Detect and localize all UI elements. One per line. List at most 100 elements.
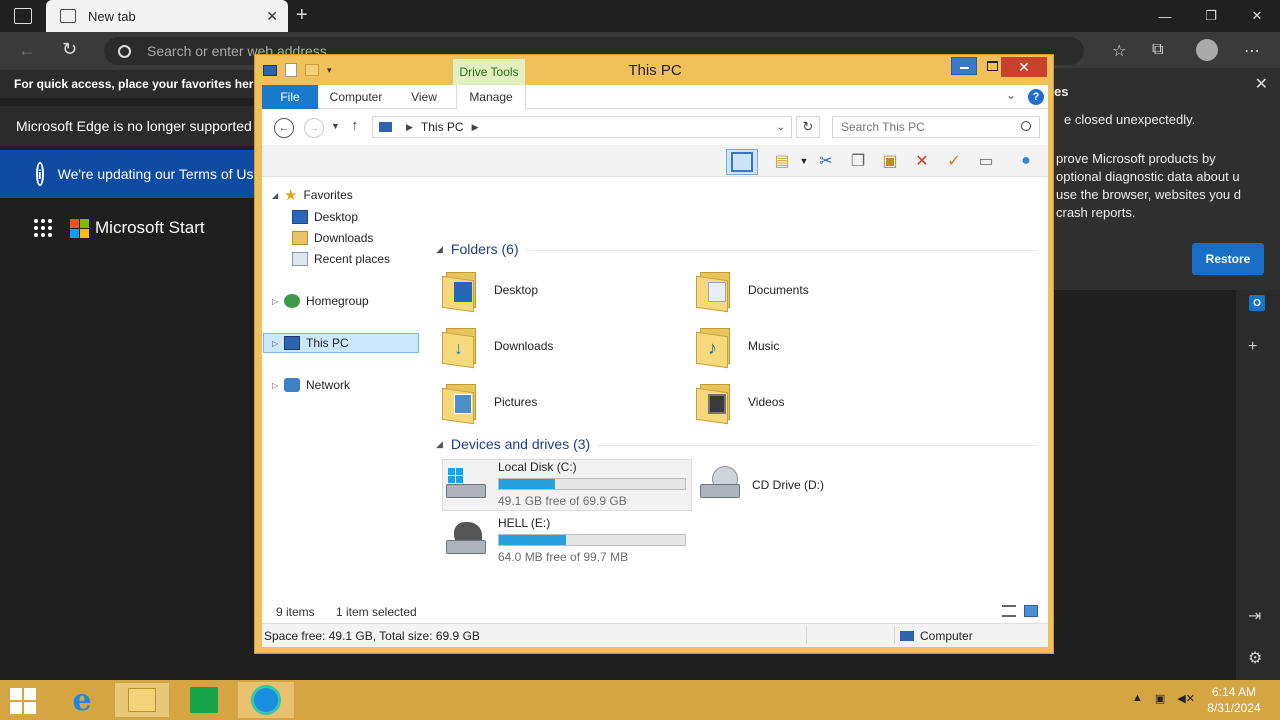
sidebar-item-this-pc[interactable]: ▷ This PC bbox=[272, 333, 349, 353]
back-button[interactable]: ← bbox=[274, 118, 294, 138]
expand-ribbon-icon[interactable]: ⌄ bbox=[1006, 88, 1016, 102]
folder-downloads[interactable]: ↓ Downloads bbox=[442, 321, 682, 371]
chevron-right-icon[interactable]: ▶ bbox=[406, 122, 413, 133]
tab-view[interactable]: View bbox=[402, 85, 446, 109]
sidebar-item-favorites[interactable]: ◢ ★ Favorites bbox=[272, 185, 353, 205]
expand-icon[interactable]: ▷ bbox=[272, 381, 284, 390]
collapse-group-icon[interactable]: ◢ bbox=[436, 439, 443, 450]
outlook-icon[interactable]: O bbox=[1249, 295, 1265, 311]
cut-icon[interactable]: ✂ bbox=[816, 151, 836, 171]
sidebar-item-label: This PC bbox=[306, 336, 349, 350]
copy-icon[interactable]: ❐ bbox=[848, 151, 868, 171]
up-arrow-icon[interactable]: ↑ bbox=[351, 117, 359, 134]
browser-minimize-button[interactable]: — bbox=[1142, 0, 1188, 32]
checkmark-icon[interactable]: ✓ bbox=[944, 151, 964, 171]
folder-label: Videos bbox=[748, 395, 785, 409]
close-icon[interactable]: ✕ bbox=[1255, 74, 1268, 94]
folders-group-header[interactable]: ◢ Folders (6) bbox=[436, 241, 519, 257]
expand-icon[interactable]: ▷ bbox=[272, 339, 284, 348]
browser-tab-strip: New tab ✕ + — ❐ ✕ bbox=[0, 0, 1280, 32]
microsoft-start-label[interactable]: Microsoft Start bbox=[95, 218, 205, 238]
network-status-icon[interactable]: ▣ bbox=[1155, 692, 1165, 705]
search-input[interactable]: Search This PC bbox=[832, 116, 1040, 138]
sidebar-item-network[interactable]: ▷ Network bbox=[272, 375, 350, 395]
sidebar-item-desktop[interactable]: Desktop bbox=[292, 207, 358, 227]
expand-icon[interactable]: ▷ bbox=[272, 297, 284, 306]
file-explorer-icon[interactable] bbox=[114, 682, 170, 718]
more-options-icon[interactable]: ⋯ bbox=[1244, 41, 1260, 61]
start-button[interactable] bbox=[10, 688, 36, 714]
system-clock[interactable]: 6:14 AM 8/31/2024 bbox=[1196, 684, 1272, 716]
navigation-pane-toggle-icon[interactable] bbox=[726, 149, 758, 175]
refresh-button[interactable]: ↻ bbox=[796, 116, 820, 138]
sidebar-item-homegroup[interactable]: ▷ Homegroup bbox=[272, 291, 369, 311]
rename-icon[interactable]: ▭ bbox=[976, 151, 996, 171]
forward-button[interactable]: → bbox=[304, 118, 324, 138]
tab-manage[interactable]: Manage bbox=[456, 85, 526, 109]
open-folder-icon[interactable]: ▤ bbox=[772, 151, 792, 171]
profile-avatar[interactable] bbox=[1196, 39, 1218, 61]
terms-banner-text: We're updating our Terms of Use bbox=[57, 166, 260, 182]
globe-icon[interactable]: ● bbox=[1016, 151, 1036, 171]
refresh-icon[interactable]: ↻ bbox=[62, 39, 77, 60]
folder-pictures[interactable]: Pictures bbox=[442, 377, 682, 427]
large-icons-view-icon[interactable] bbox=[1024, 605, 1038, 617]
minimize-button[interactable] bbox=[951, 57, 977, 75]
hide-sidebar-icon[interactable]: ⇥ bbox=[1248, 606, 1261, 626]
address-history-dropdown-icon[interactable]: ⌄ bbox=[777, 122, 785, 133]
restore-button[interactable]: Restore bbox=[1192, 243, 1264, 275]
edge-icon[interactable] bbox=[238, 682, 294, 718]
show-hidden-icons-icon[interactable]: ▲ bbox=[1132, 692, 1143, 705]
drive-label: HELL (E:) bbox=[498, 516, 551, 530]
app-launcher-icon[interactable] bbox=[34, 219, 52, 237]
sidebar-item-downloads[interactable]: Downloads bbox=[292, 228, 373, 248]
downloads-folder-icon: ↓ bbox=[442, 324, 482, 369]
drive-cd-d[interactable]: CD Drive (D:) bbox=[698, 460, 824, 512]
desktop-icon bbox=[292, 210, 308, 224]
folder-documents[interactable]: Documents bbox=[696, 265, 936, 315]
folder-videos[interactable]: Videos bbox=[696, 377, 936, 427]
this-pc-icon bbox=[284, 336, 300, 350]
breadcrumb-this-pc[interactable]: This PC bbox=[421, 120, 464, 134]
drive-hell-e[interactable]: HELL (E:) 64.0 MB free of 99.7 MB bbox=[444, 516, 686, 568]
store-icon[interactable] bbox=[176, 682, 232, 718]
settings-icon[interactable]: ⚙ bbox=[1248, 648, 1262, 668]
sidebar-item-recent-places[interactable]: Recent places bbox=[292, 249, 390, 269]
folder-music[interactable]: ♪ Music bbox=[696, 321, 936, 371]
add-icon[interactable]: + bbox=[1248, 338, 1257, 356]
dropdown-arrow-icon[interactable]: ▼ bbox=[794, 151, 814, 171]
close-button[interactable]: ✕ bbox=[1001, 57, 1047, 77]
help-icon[interactable]: ? bbox=[1028, 89, 1044, 105]
browser-close-button[interactable]: ✕ bbox=[1234, 0, 1280, 32]
favorites-icon[interactable]: ☆ bbox=[1112, 41, 1126, 61]
volume-muted-icon[interactable]: ◀✕ bbox=[1177, 692, 1195, 705]
status-divider bbox=[894, 626, 895, 644]
tab-computer[interactable]: Computer bbox=[324, 85, 388, 109]
terms-banner[interactable]: i We're updating our Terms of Use bbox=[0, 150, 260, 198]
browser-tab[interactable]: New tab ✕ bbox=[46, 0, 288, 32]
browser-maximize-button[interactable]: ❐ bbox=[1188, 0, 1234, 32]
tab-actions-icon[interactable] bbox=[14, 8, 32, 24]
chevron-right-icon[interactable]: ▶ bbox=[472, 122, 479, 133]
folder-desktop[interactable]: Desktop bbox=[442, 265, 682, 315]
internet-explorer-icon[interactable]: e bbox=[54, 682, 110, 718]
path-breadcrumb[interactable]: ▶ This PC ▶ ⌄ bbox=[372, 116, 792, 138]
custom-drive-icon bbox=[444, 522, 488, 562]
sidebar-item-label: Favorites bbox=[303, 188, 353, 202]
drive-local-disk-c[interactable]: Local Disk (C:) 49.1 GB free of 69.9 GB bbox=[444, 460, 686, 512]
collapse-group-icon[interactable]: ◢ bbox=[436, 244, 443, 255]
close-tab-icon[interactable]: ✕ bbox=[266, 8, 278, 25]
sidebar-item-label: Downloads bbox=[314, 231, 374, 245]
devices-group-header[interactable]: ◢ Devices and drives (3) bbox=[436, 436, 590, 452]
new-tab-button[interactable]: + bbox=[296, 4, 308, 27]
recent-locations-dropdown-icon[interactable]: ▼ bbox=[331, 121, 340, 131]
details-view-icon[interactable] bbox=[1002, 605, 1016, 617]
tab-file[interactable]: File bbox=[262, 85, 318, 109]
collapse-icon[interactable]: ◢ bbox=[272, 191, 284, 200]
explorer-title-bar[interactable]: ▾ Drive Tools This PC ✕ bbox=[255, 55, 1053, 85]
collections-icon[interactable]: ⧉ bbox=[1152, 41, 1163, 59]
back-arrow-icon[interactable]: ← bbox=[18, 40, 36, 61]
folder-label: Documents bbox=[748, 283, 809, 297]
paste-icon[interactable]: ▣ bbox=[880, 151, 900, 171]
delete-icon[interactable]: ✕ bbox=[912, 151, 932, 171]
